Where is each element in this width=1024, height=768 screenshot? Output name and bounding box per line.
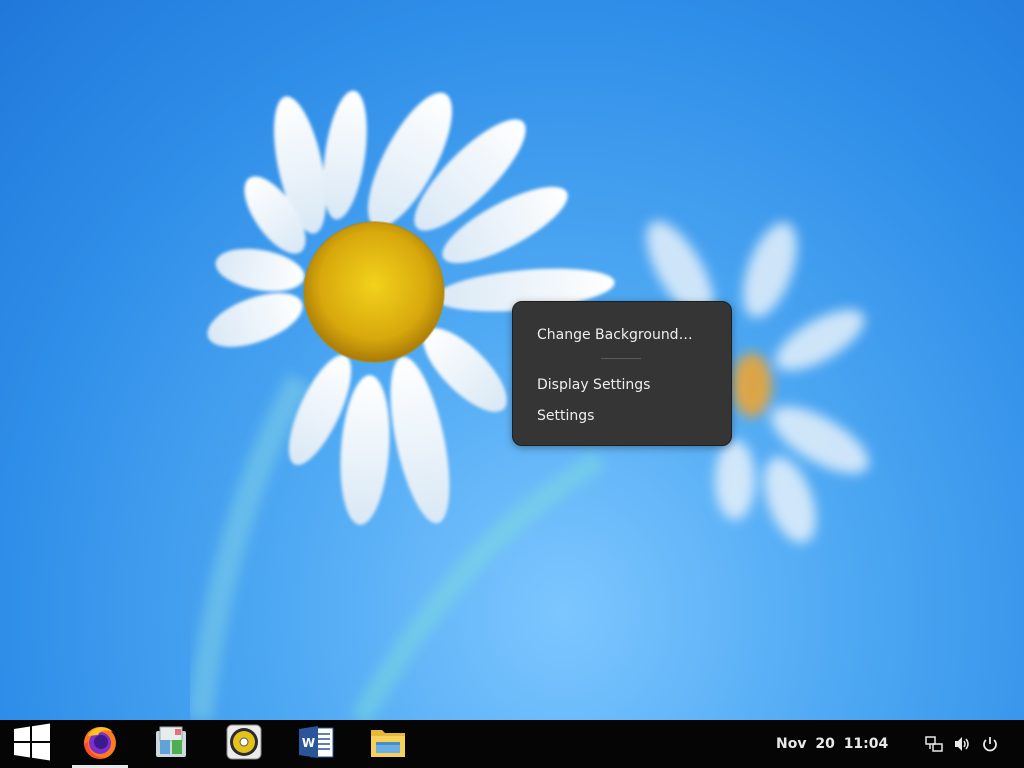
taskbar-app-firefox[interactable] (72, 720, 128, 768)
windows-logo-icon (12, 722, 52, 766)
firefox-icon (80, 722, 120, 766)
mail-app-icon (151, 722, 191, 766)
power-icon[interactable] (980, 734, 1000, 754)
taskbar-app-word[interactable]: W (288, 720, 344, 768)
menu-item-display-settings[interactable]: Display Settings (513, 371, 731, 399)
music-player-icon (224, 722, 264, 766)
menu-item-change-background[interactable]: Change Background… (513, 321, 731, 349)
desktop[interactable]: Change Background… Display Settings Sett… (0, 0, 1024, 720)
menu-separator (601, 358, 641, 359)
taskbar-app-music[interactable] (216, 720, 272, 768)
file-manager-icon (368, 722, 408, 766)
volume-icon[interactable] (952, 734, 972, 754)
taskbar-app-mail[interactable] (143, 720, 199, 768)
taskbar-clock[interactable]: Nov 20 11:04 (776, 720, 888, 768)
start-button[interactable] (4, 720, 60, 768)
taskbar: W Nov 20 11:04 (0, 720, 1024, 768)
desktop-context-menu: Change Background… Display Settings Sett… (512, 301, 732, 446)
svg-text:W: W (302, 736, 315, 750)
word-icon: W (296, 722, 336, 766)
menu-item-settings[interactable]: Settings (513, 402, 731, 430)
taskbar-app-file-manager[interactable] (360, 720, 416, 768)
network-icon[interactable] (924, 734, 944, 754)
